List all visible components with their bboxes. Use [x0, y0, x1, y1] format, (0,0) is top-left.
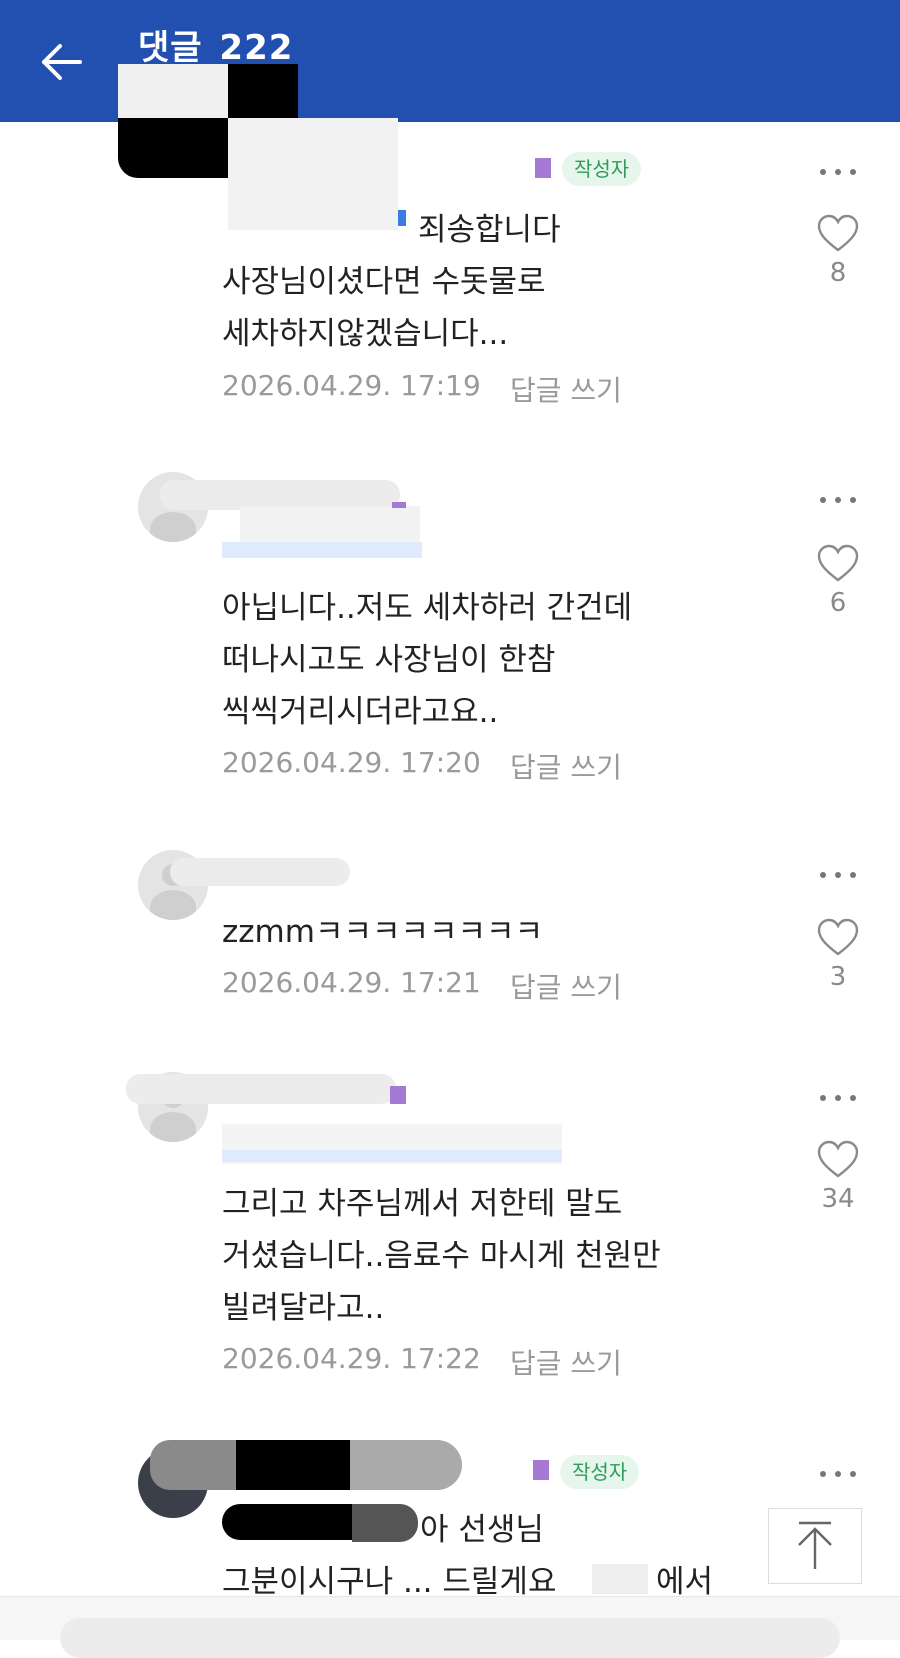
level-badge: [535, 158, 551, 178]
redacted-region: [150, 1440, 238, 1490]
like-count: 34: [821, 1184, 855, 1214]
comment-text: 떠나시고도 사장님이 한참: [222, 642, 556, 678]
redacted-region: [222, 542, 422, 558]
comment-text: 사장님이셨다면 수돗물로: [222, 264, 546, 300]
comment-text: 그분이시구나 ... 드릴게요: [222, 1564, 557, 1600]
reply-button[interactable]: 답글 쓰기: [510, 369, 622, 409]
level-badge: [390, 1086, 406, 1104]
comment-text: 아닙니다..저도 세차하러 간건데: [222, 590, 633, 626]
redacted-region: [350, 1440, 462, 1490]
more-options-button[interactable]: [818, 1086, 858, 1110]
page-title-label: 댓글: [138, 28, 203, 68]
comment-text: 아 선생님: [420, 1512, 544, 1548]
redacted-region: [222, 1150, 562, 1162]
reply-button[interactable]: 답글 쓰기: [510, 746, 622, 786]
redacted-region: [236, 1440, 352, 1490]
comment-input[interactable]: [60, 1618, 840, 1658]
redacted-region: [228, 118, 398, 230]
like-button[interactable]: [816, 544, 860, 584]
comment-date: 2026.04.29. 17:22: [222, 1342, 481, 1375]
more-options-button[interactable]: [818, 863, 858, 887]
level-badge: [392, 502, 406, 508]
more-options-button[interactable]: [818, 488, 858, 512]
level-badge: [533, 1460, 549, 1480]
redacted-region: [228, 64, 298, 118]
comment-text: 씩씩거리시더라고요..: [222, 694, 499, 730]
like-count: 8: [829, 258, 847, 288]
arrow-left-icon: [42, 44, 82, 80]
more-options-button[interactable]: [818, 1462, 858, 1486]
comment-text: 죄송합니다: [418, 212, 561, 248]
like-button[interactable]: [816, 1140, 860, 1180]
author-badge: 작성자: [560, 1455, 640, 1489]
like-button[interactable]: [816, 918, 860, 958]
heart-icon: [817, 1140, 859, 1178]
comment-date: 2026.04.29. 17:21: [222, 966, 481, 999]
reply-button[interactable]: 답글 쓰기: [510, 966, 622, 1006]
heart-icon: [817, 544, 859, 582]
author-badge: 작성자: [562, 152, 642, 186]
like-count: 6: [829, 588, 847, 618]
heart-icon: [817, 214, 859, 252]
redacted-region: [398, 210, 406, 226]
comment-date: 2026.04.29. 17:19: [222, 369, 481, 402]
redacted-region: [118, 64, 228, 118]
redacted-region: [118, 118, 228, 178]
redacted-region: [222, 1504, 352, 1540]
comment-count: 222: [219, 28, 294, 68]
back-button[interactable]: [34, 34, 90, 90]
reply-button[interactable]: 답글 쓰기: [510, 1342, 622, 1382]
redacted-region: [592, 1564, 648, 1594]
redacted-region: [170, 858, 350, 886]
like-count: 3: [829, 962, 847, 992]
redacted-region: [126, 1074, 396, 1104]
comment-text: 그리고 차주님께서 저한테 말도: [222, 1186, 623, 1222]
comment-text: 세차하지않겠습니다...: [222, 316, 509, 352]
comment-text: 거셨습니다..음료수 마시게 천원만: [222, 1238, 661, 1274]
arrow-up-icon: [798, 1521, 832, 1569]
comment-text: 에서: [656, 1564, 714, 1600]
heart-icon: [817, 918, 859, 956]
comment-text: 빌려달라고..: [222, 1290, 385, 1326]
page-title: 댓글 222: [134, 20, 293, 69]
redacted-region: [352, 1504, 418, 1542]
comment-date: 2026.04.29. 17:20: [222, 746, 481, 779]
like-button[interactable]: [816, 214, 860, 254]
more-options-button[interactable]: [818, 160, 858, 184]
comment-text: zzmmㅋㅋㅋㅋㅋㅋㅋㅋ: [222, 914, 544, 950]
scroll-to-top-button[interactable]: [768, 1508, 862, 1584]
